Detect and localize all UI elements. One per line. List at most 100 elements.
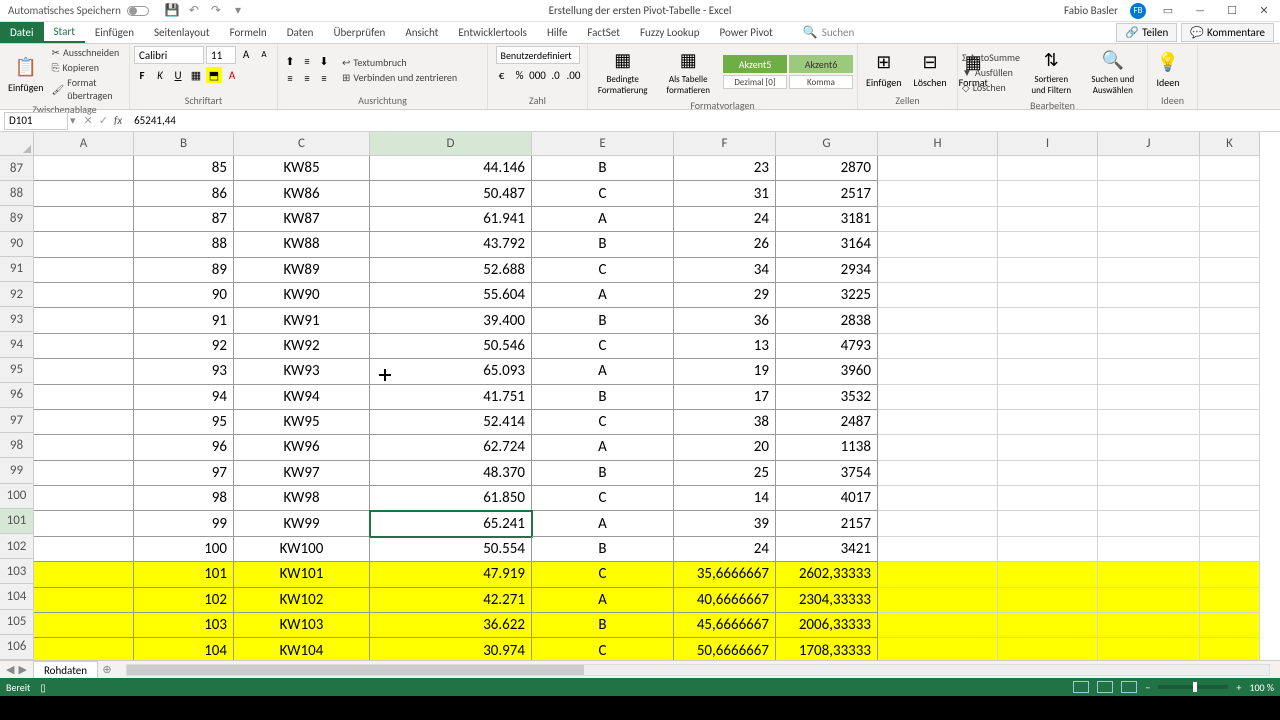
- style-accent6[interactable]: Akzent6: [789, 55, 853, 73]
- cell-J99[interactable]: [1098, 461, 1200, 486]
- cell-H95[interactable]: [878, 359, 998, 384]
- cell-E100[interactable]: C: [532, 486, 674, 511]
- cell-E102[interactable]: B: [532, 537, 674, 562]
- cell-F99[interactable]: 25: [674, 461, 776, 486]
- tab-hilfe[interactable]: Hilfe: [537, 22, 577, 43]
- name-box-dropdown-icon[interactable]: ▾: [70, 114, 76, 127]
- cell-I94[interactable]: [998, 334, 1098, 359]
- cell-F90[interactable]: 26: [674, 232, 776, 257]
- format-as-table-button[interactable]: ▦Als Tabelle formatieren: [657, 46, 719, 98]
- cell-F100[interactable]: 14: [674, 486, 776, 511]
- align-center-icon[interactable]: ≡: [299, 70, 315, 86]
- cell-E87[interactable]: B: [532, 156, 674, 181]
- cell-G105[interactable]: 2006,33333: [776, 613, 878, 638]
- cell-H100[interactable]: [878, 486, 998, 511]
- cell-H92[interactable]: [878, 283, 998, 308]
- row-header-89[interactable]: 89: [0, 206, 34, 231]
- row-header-100[interactable]: 100: [0, 484, 34, 509]
- qat-dropdown-icon[interactable]: ▾: [231, 4, 245, 18]
- cell-A94[interactable]: [34, 334, 134, 359]
- cell-I98[interactable]: [998, 435, 1098, 460]
- cell-D89[interactable]: 61.941: [370, 207, 532, 232]
- zoom-slider[interactable]: [1158, 685, 1228, 689]
- cell-F96[interactable]: 17: [674, 385, 776, 410]
- cell-K96[interactable]: [1200, 385, 1260, 410]
- cell-K101[interactable]: [1200, 511, 1260, 536]
- cell-F106[interactable]: 50,6666667: [674, 638, 776, 660]
- conditional-formatting-button[interactable]: ▦Bedingte Formatierung: [592, 46, 653, 98]
- cell-F91[interactable]: 34: [674, 258, 776, 283]
- cell-G87[interactable]: 2870: [776, 156, 878, 181]
- col-header-B[interactable]: B: [134, 132, 234, 156]
- align-bottom-icon[interactable]: ⬇: [316, 53, 332, 69]
- align-right-icon[interactable]: ≡: [316, 70, 332, 86]
- comma-icon[interactable]: 000: [530, 67, 546, 83]
- cell-F93[interactable]: 36: [674, 308, 776, 333]
- border-button[interactable]: ▦: [188, 67, 204, 83]
- cell-F97[interactable]: 38: [674, 410, 776, 435]
- cell-C104[interactable]: KW102: [234, 588, 370, 613]
- cell-I105[interactable]: [998, 613, 1098, 638]
- cell-J103[interactable]: [1098, 562, 1200, 587]
- enter-formula-icon[interactable]: ✓: [99, 114, 108, 127]
- cell-A92[interactable]: [34, 283, 134, 308]
- normal-view-icon[interactable]: [1073, 681, 1089, 693]
- cell-H91[interactable]: [878, 258, 998, 283]
- delete-cells-button[interactable]: ⊟Löschen: [910, 48, 951, 91]
- sort-filter-button[interactable]: ⇅Sortieren und Filtern: [1024, 46, 1079, 98]
- cell-J90[interactable]: [1098, 232, 1200, 257]
- comments-button[interactable]: 💬 Kommentare: [1181, 23, 1274, 42]
- align-middle-icon[interactable]: ≡: [299, 53, 315, 69]
- font-name-select[interactable]: Calibri: [134, 46, 204, 64]
- cell-D106[interactable]: 30.974: [370, 638, 532, 660]
- cell-J91[interactable]: [1098, 258, 1200, 283]
- row-header-103[interactable]: 103: [0, 559, 34, 584]
- cancel-formula-icon[interactable]: ✕: [84, 114, 93, 127]
- style-decimal[interactable]: Dezimal [0]: [723, 75, 787, 89]
- cell-D95[interactable]: 65.093: [370, 359, 532, 384]
- cell-J96[interactable]: [1098, 385, 1200, 410]
- col-header-G[interactable]: G: [776, 132, 878, 156]
- cell-K104[interactable]: [1200, 588, 1260, 613]
- tab-überprüfen[interactable]: Überprüfen: [323, 22, 395, 43]
- cell-I88[interactable]: [998, 181, 1098, 206]
- cell-E106[interactable]: C: [532, 638, 674, 660]
- cell-D98[interactable]: 62.724: [370, 435, 532, 460]
- cell-G90[interactable]: 3164: [776, 232, 878, 257]
- col-header-I[interactable]: I: [998, 132, 1098, 156]
- horizontal-scrollbar[interactable]: [126, 664, 1270, 676]
- cell-D90[interactable]: 43.792: [370, 232, 532, 257]
- cell-F105[interactable]: 45,6666667: [674, 613, 776, 638]
- tab-file[interactable]: Datei: [0, 22, 44, 43]
- cell-F89[interactable]: 24: [674, 207, 776, 232]
- col-header-E[interactable]: E: [532, 132, 674, 156]
- cell-A101[interactable]: [34, 511, 134, 536]
- cell-J87[interactable]: [1098, 156, 1200, 181]
- cell-K103[interactable]: [1200, 562, 1260, 587]
- cell-I96[interactable]: [998, 385, 1098, 410]
- add-sheet-button[interactable]: ⊕: [98, 663, 116, 676]
- cell-H90[interactable]: [878, 232, 998, 257]
- row-header-105[interactable]: 105: [0, 610, 34, 635]
- cell-A102[interactable]: [34, 537, 134, 562]
- col-header-F[interactable]: F: [674, 132, 776, 156]
- row-header-87[interactable]: 87: [0, 156, 34, 181]
- cell-I91[interactable]: [998, 258, 1098, 283]
- cell-E101[interactable]: A: [532, 511, 674, 536]
- cell-I90[interactable]: [998, 232, 1098, 257]
- row-header-104[interactable]: 104: [0, 584, 34, 609]
- wrap-text-button[interactable]: ↩ Textumbruch: [342, 56, 457, 69]
- cell-E95[interactable]: A: [532, 359, 674, 384]
- cell-B104[interactable]: 102: [134, 588, 234, 613]
- cell-D97[interactable]: 52.414: [370, 410, 532, 435]
- cell-K100[interactable]: [1200, 486, 1260, 511]
- cell-A105[interactable]: [34, 613, 134, 638]
- cell-G97[interactable]: 2487: [776, 410, 878, 435]
- cell-D91[interactable]: 52.688: [370, 258, 532, 283]
- merge-center-button[interactable]: ⊞ Verbinden und zentrieren: [342, 71, 457, 84]
- cell-A99[interactable]: [34, 461, 134, 486]
- cell-B96[interactable]: 94: [134, 385, 234, 410]
- cell-H98[interactable]: [878, 435, 998, 460]
- row-header-92[interactable]: 92: [0, 282, 34, 307]
- ideas-button[interactable]: 💡Ideen: [1152, 48, 1184, 91]
